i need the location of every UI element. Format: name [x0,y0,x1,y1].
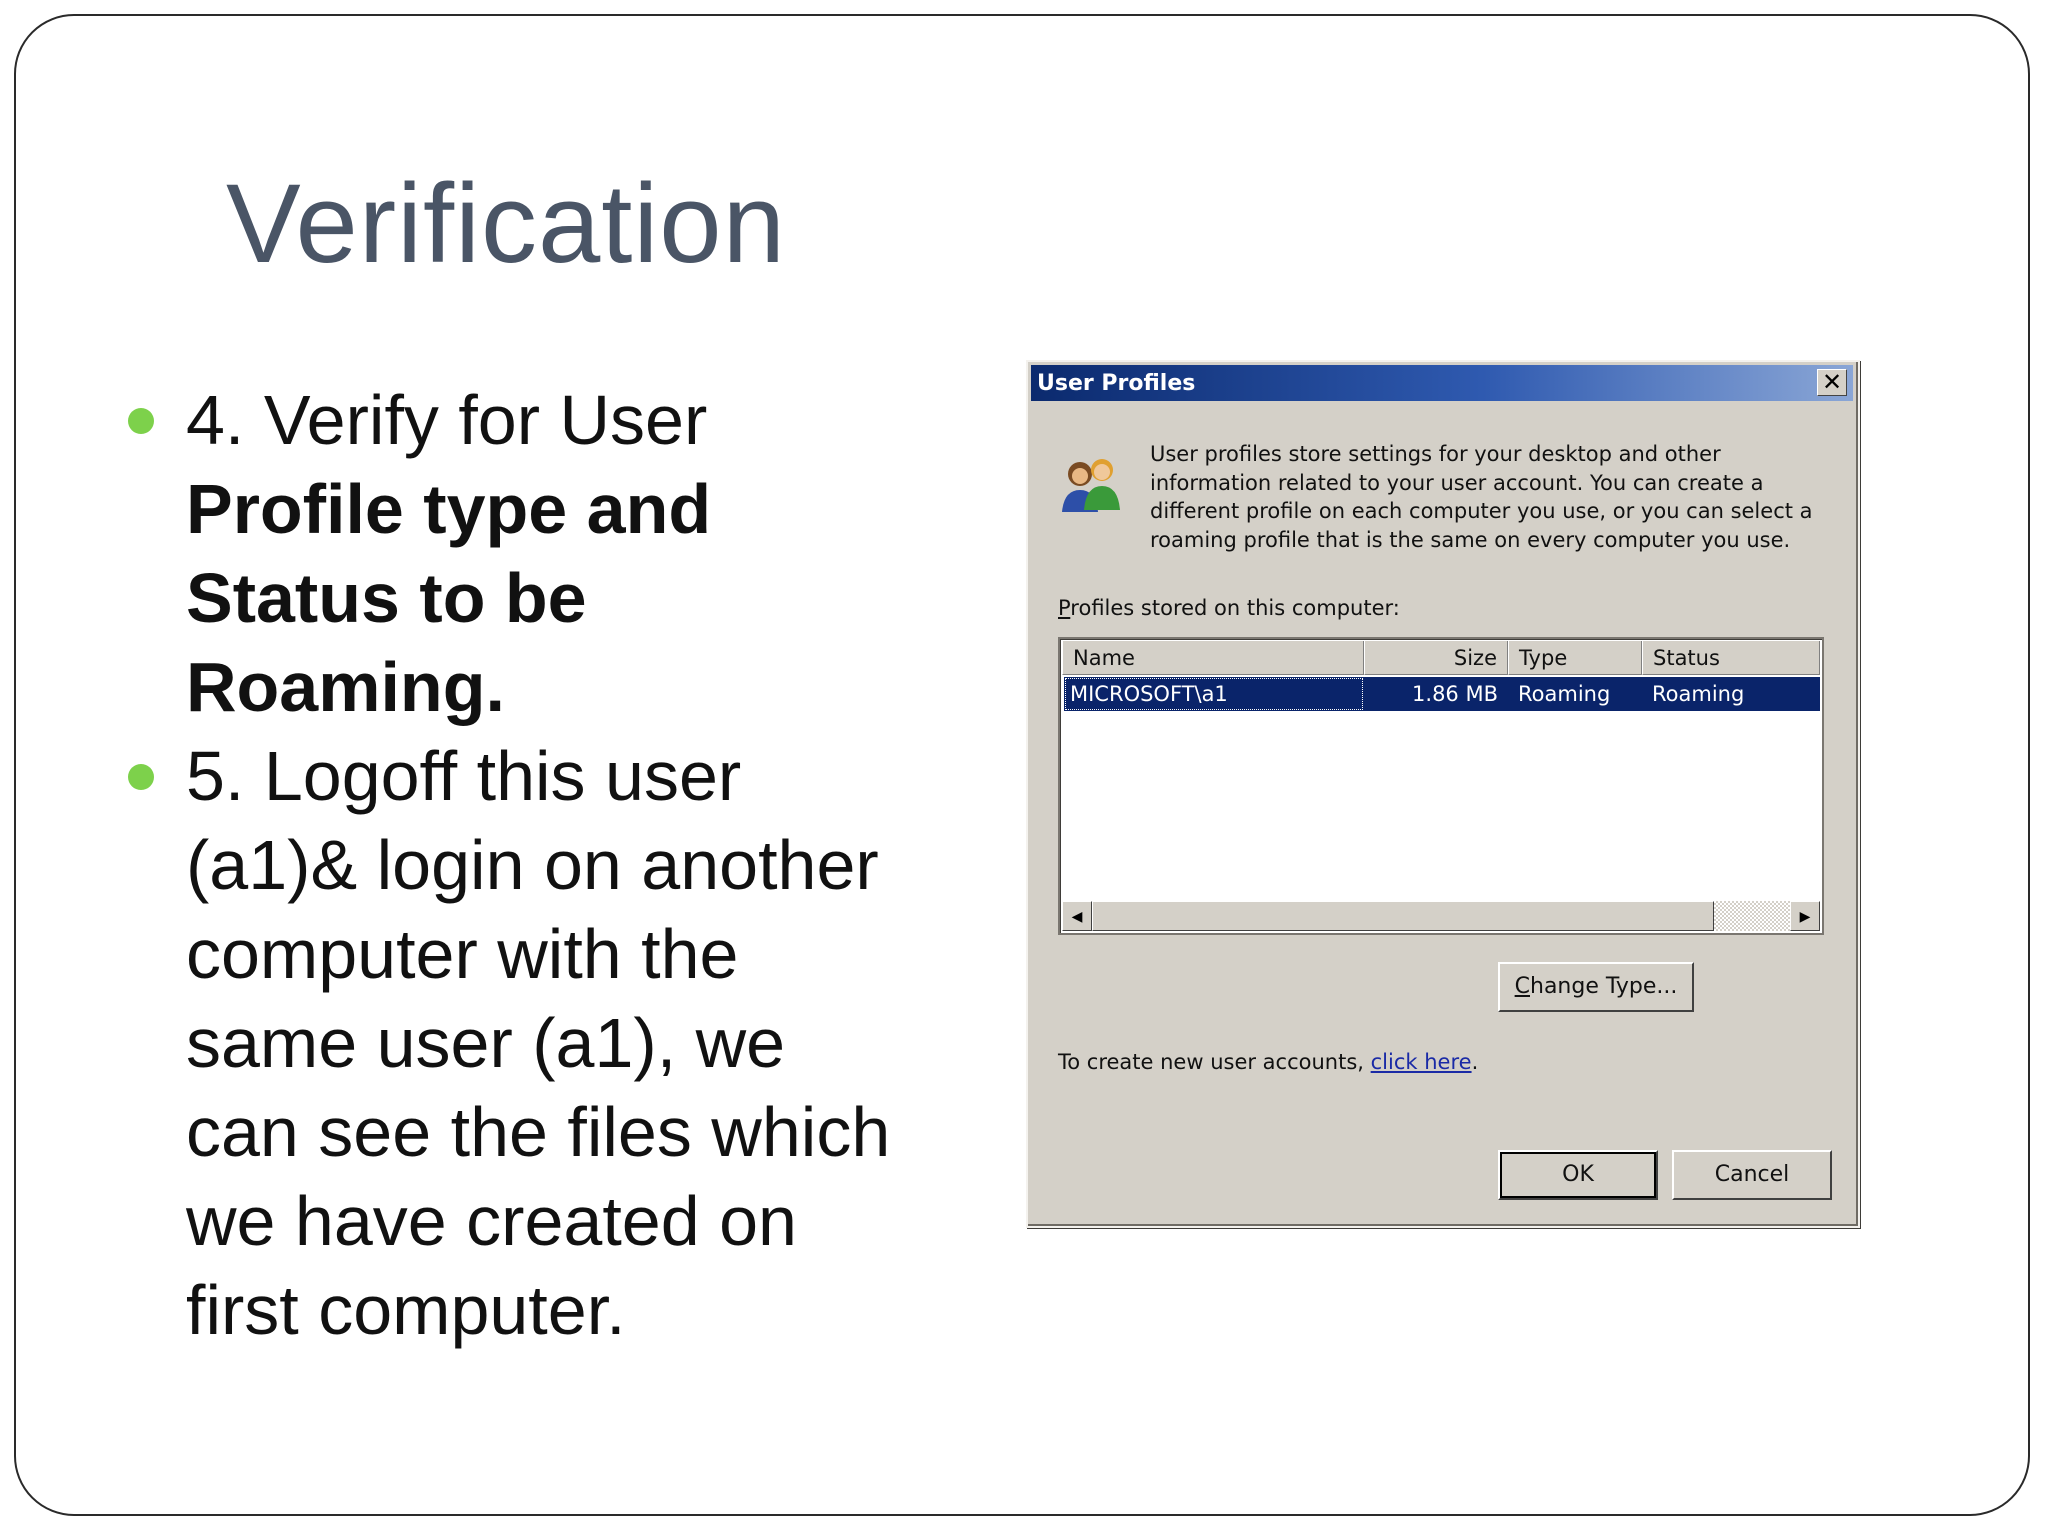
create-accounts-label: To create new user accounts, [1058,1050,1371,1074]
bullet-item-4: 4. Verify for User Profile type and Stat… [128,376,908,732]
accesskey-letter: C [1514,974,1530,999]
scroll-right-button[interactable]: ▶ [1790,901,1820,931]
scrollbar-thumb[interactable] [1092,901,1714,931]
bullet-list: 4. Verify for User Profile type and Stat… [128,376,908,1355]
column-header-status[interactable]: Status [1642,641,1820,675]
cell-type: Roaming [1518,682,1611,706]
cell-size: 1.86 MB [1412,682,1498,706]
dialog-description: User profiles store settings for your de… [1150,442,1813,552]
create-accounts-text: To create new user accounts, click here. [1058,1050,1478,1074]
accesskey-letter: P [1058,596,1071,620]
column-header-name[interactable]: Name [1062,641,1364,675]
horizontal-scrollbar[interactable]: ◀ ▶ [1062,901,1820,931]
cell-status: Roaming [1652,682,1745,706]
ok-button[interactable]: OK [1498,1150,1658,1200]
profiles-label-text: rofiles stored on this computer: [1070,596,1400,620]
column-header-type[interactable]: Type [1508,641,1642,675]
close-button[interactable]: ✕ [1817,369,1847,396]
bullet-item-5: 5. Logoff this user (a1)& login on anoth… [128,732,908,1355]
list-header: Name Size Type Status [1062,641,1820,675]
arrow-left-icon: ◀ [1071,908,1083,924]
profiles-list[interactable]: Name Size Type Status MICROSOFT\a1 1.86 … [1058,637,1824,935]
bullet-dot-icon [128,408,154,434]
user-profiles-dialog: User Profiles ✕ User profiles store sett… [1026,360,1860,1228]
bullet-text: 5. Logoff this user (a1)& login on anoth… [186,737,891,1349]
arrow-right-icon: ▶ [1799,908,1811,924]
close-icon: ✕ [1821,368,1843,396]
dialog-titlebar[interactable]: User Profiles ✕ [1031,365,1853,401]
table-row[interactable]: MICROSOFT\a1 1.86 MB Roaming Roaming [1064,677,1820,711]
slide-title: Verification [226,161,786,286]
profiles-label: Profiles stored on this computer: [1058,596,1400,620]
dialog-title: User Profiles [1037,370,1196,396]
cancel-button[interactable]: Cancel [1672,1150,1832,1200]
bullet-dot-icon [128,764,154,790]
cell-name: MICROSOFT\a1 [1064,677,1364,711]
bullet-text: 4. Verify for User [186,381,708,459]
scroll-left-button[interactable]: ◀ [1062,901,1092,931]
bullet-bold-text: Profile type and Status to be Roaming. [186,470,712,726]
change-type-button[interactable]: Change Type... [1498,962,1694,1012]
column-header-size[interactable]: Size [1364,641,1508,675]
click-here-link[interactable]: click here [1371,1050,1472,1074]
change-type-label: hange Type... [1530,974,1678,999]
users-icon [1062,459,1120,512]
create-accounts-period: . [1471,1050,1479,1074]
